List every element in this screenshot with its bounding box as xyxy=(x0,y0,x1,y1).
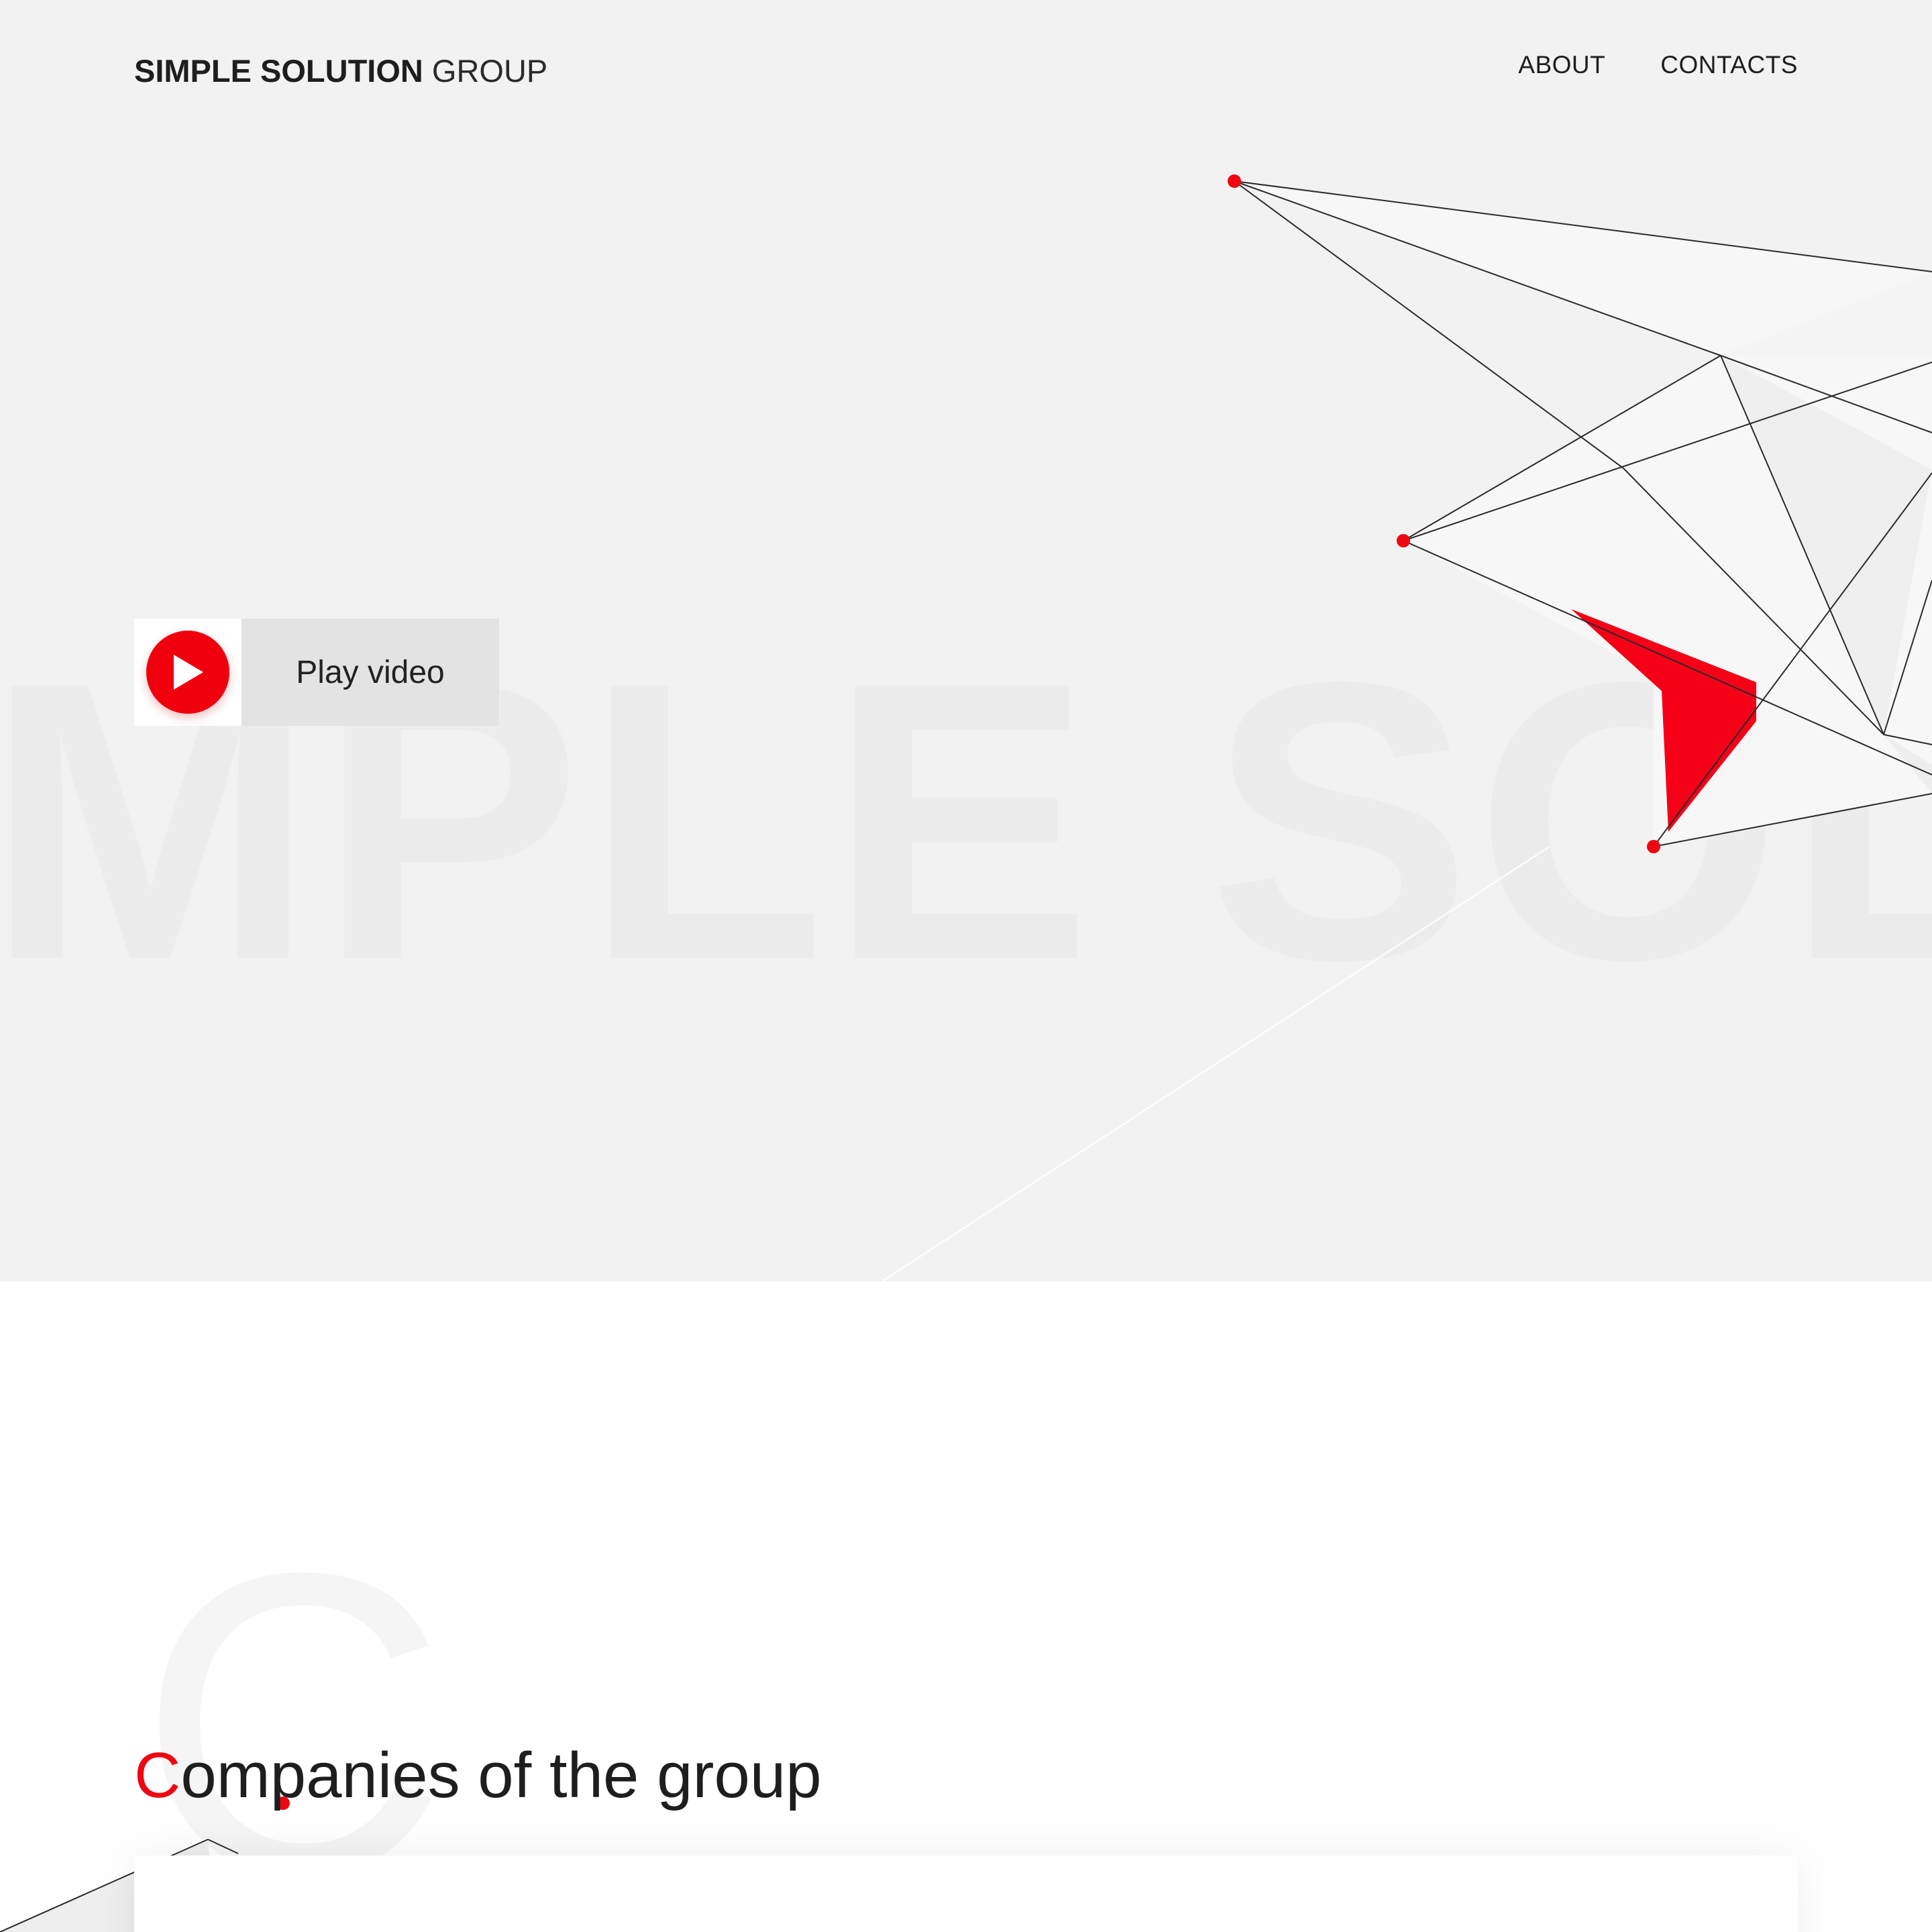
network-line-light xyxy=(881,846,1550,1281)
main-nav: ABOUT CONTACTS xyxy=(1518,51,1798,79)
logo-light-text: GROUP xyxy=(423,53,548,89)
nav-link-contacts[interactable]: CONTACTS xyxy=(1660,51,1798,79)
hero-section: IMPLE SOL xyxy=(0,0,1932,1281)
network-node xyxy=(1397,534,1410,547)
companies-card xyxy=(134,1856,1798,1932)
logo-bold-text: SIMPLE SOLUTION xyxy=(134,53,423,89)
companies-title-accent: C xyxy=(134,1739,181,1811)
companies-title: Companies of the group xyxy=(134,1739,822,1813)
site-header: SIMPLE SOLUTION GROUP ABOUT CONTACTS xyxy=(134,51,1798,93)
page: IMPLE SOL xyxy=(0,0,1932,1932)
play-icon-box xyxy=(134,619,241,726)
companies-title-rest: ompanies of the group xyxy=(180,1739,822,1811)
nav-link-about[interactable]: ABOUT xyxy=(1518,51,1605,79)
network-node xyxy=(1647,840,1660,853)
network-node xyxy=(1228,174,1241,188)
play-video-label: Play video xyxy=(241,619,499,726)
play-video-button[interactable]: Play video xyxy=(134,619,499,726)
logo[interactable]: SIMPLE SOLUTION GROUP xyxy=(134,52,547,89)
play-icon xyxy=(146,631,229,714)
bottom-network-line xyxy=(207,1839,239,1854)
